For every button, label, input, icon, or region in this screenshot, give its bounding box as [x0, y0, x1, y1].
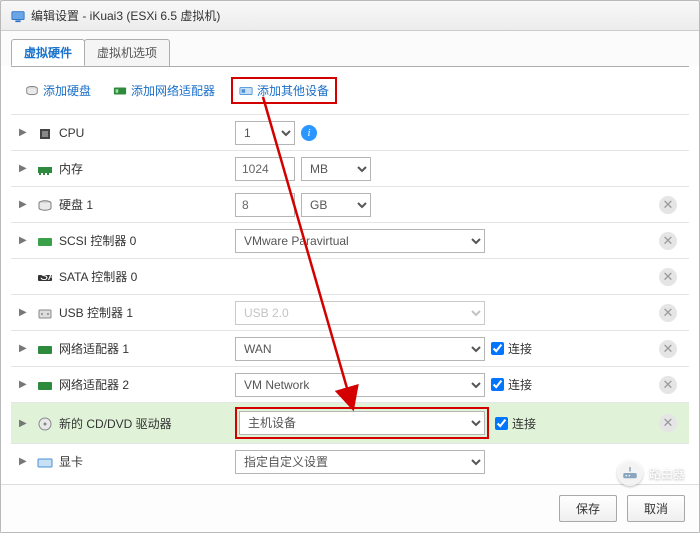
cdrom-source-select[interactable]: 主机设备: [239, 411, 485, 435]
info-icon[interactable]: i: [301, 125, 317, 141]
cpu-count-select[interactable]: 1: [235, 121, 295, 145]
remove-cdrom-button[interactable]: ✕: [659, 414, 677, 432]
remove-usb-button[interactable]: ✕: [659, 304, 677, 322]
nic1-connect-checkbox[interactable]: 连接: [491, 340, 532, 357]
vm-icon: [11, 9, 25, 23]
cdrom-icon: [37, 416, 53, 430]
cdrom-source-highlight: 主机设备: [235, 407, 489, 439]
row-usb1: ▶ USB 控制器 1 USB 2.0 ✕: [11, 294, 689, 330]
row-disk1: ▶ 硬盘 1 GB ✕: [11, 186, 689, 222]
scsi-icon: [37, 234, 53, 248]
expander-icon[interactable]: ▶: [19, 127, 29, 138]
row-scsi0: ▶ SCSI 控制器 0 VMware Paravirtual ✕: [11, 222, 689, 258]
row-label: 硬盘 1: [59, 196, 93, 213]
watermark: 路由器: [617, 460, 685, 486]
row-video: ▶ 显卡 指定自定义设置: [11, 443, 689, 479]
video-card-icon: [37, 455, 53, 469]
expander-icon[interactable]: ▶: [19, 163, 29, 174]
titlebar: 编辑设置 - iKuai3 (ESXi 6.5 虚拟机): [1, 1, 699, 31]
sata-icon: SATA: [37, 270, 53, 284]
row-label: 内存: [59, 160, 83, 177]
nic-icon: [113, 84, 127, 98]
remove-disk-button[interactable]: ✕: [659, 196, 677, 214]
row-nic1: ▶ 网络适配器 1 WAN 连接 ✕: [11, 330, 689, 366]
remove-nic1-button[interactable]: ✕: [659, 340, 677, 358]
save-button[interactable]: 保存: [559, 495, 617, 522]
row-label: 网络适配器 2: [59, 376, 129, 393]
row-label: 网络适配器 1: [59, 340, 129, 357]
row-label: USB 控制器 1: [59, 304, 133, 321]
row-memory: ▶ 内存 MB: [11, 150, 689, 186]
device-icon: [239, 84, 253, 98]
remove-sata-button[interactable]: ✕: [659, 268, 677, 286]
row-sata0: ▶ SATA SATA 控制器 0 ✕: [11, 258, 689, 294]
router-icon: [617, 460, 643, 486]
dialog-footer: 保存 取消: [1, 484, 699, 532]
content-panel: 添加硬盘 添加网络适配器 添加其他设备 ▶ CPU: [11, 66, 689, 484]
memory-value-input[interactable]: [235, 157, 295, 181]
memory-icon: [37, 162, 53, 176]
row-label: 显卡: [59, 453, 83, 470]
row-label: 新的 CD/DVD 驱动器: [59, 415, 172, 432]
row-label: CPU: [59, 126, 84, 140]
row-nic2: ▶ 网络适配器 2 VM Network 连接 ✕: [11, 366, 689, 402]
cancel-button[interactable]: 取消: [627, 495, 685, 522]
cdrom-connect-checkbox[interactable]: 连接: [495, 415, 536, 432]
tabs-area: 虚拟硬件 虚拟机选项: [1, 31, 699, 66]
nic2-network-select[interactable]: VM Network: [235, 373, 485, 397]
svg-text:SATA: SATA: [40, 270, 53, 283]
remove-scsi-button[interactable]: ✕: [659, 232, 677, 250]
disk-size-input[interactable]: [235, 193, 295, 217]
remove-nic2-button[interactable]: ✕: [659, 376, 677, 394]
nic2-connect-checkbox[interactable]: 连接: [491, 376, 532, 393]
nic-icon: [37, 378, 53, 392]
memory-unit-select[interactable]: MB: [301, 157, 371, 181]
disk-icon: [25, 84, 39, 98]
expander-icon[interactable]: ▶: [19, 379, 29, 390]
expander-icon[interactable]: ▶: [19, 307, 29, 318]
expander-icon[interactable]: ▶: [19, 199, 29, 210]
row-label: SCSI 控制器 0: [59, 232, 136, 249]
scsi-type-select[interactable]: VMware Paravirtual: [235, 229, 485, 253]
hardware-rows: ▶ CPU 1 i ▶ 内存: [11, 114, 689, 479]
disk-unit-select[interactable]: GB: [301, 193, 371, 217]
toolbar: 添加硬盘 添加网络适配器 添加其他设备: [11, 67, 689, 114]
row-cpu: ▶ CPU 1 i: [11, 114, 689, 150]
add-disk-label: 添加硬盘: [43, 82, 91, 99]
window-title: 编辑设置 - iKuai3 (ESXi 6.5 虚拟机): [31, 7, 220, 24]
nic-icon: [37, 342, 53, 356]
row-cdrom-new: ▶ 新的 CD/DVD 驱动器 主机设备 连接 ✕: [11, 402, 689, 443]
add-disk-button[interactable]: 添加硬盘: [19, 79, 97, 102]
disk-icon: [37, 198, 53, 212]
video-settings-select[interactable]: 指定自定义设置: [235, 450, 485, 474]
nic1-network-select[interactable]: WAN: [235, 337, 485, 361]
add-nic-button[interactable]: 添加网络适配器: [107, 79, 221, 102]
expander-icon[interactable]: ▶: [19, 343, 29, 354]
usb-icon: [37, 306, 53, 320]
usb-type-select[interactable]: USB 2.0: [235, 301, 485, 325]
cpu-icon: [37, 126, 53, 140]
expander-icon[interactable]: ▶: [19, 456, 29, 467]
expander-icon[interactable]: ▶: [19, 235, 29, 246]
add-other-label: 添加其他设备: [257, 82, 329, 99]
watermark-text: 路由器: [649, 465, 685, 482]
edit-settings-dialog: 编辑设置 - iKuai3 (ESXi 6.5 虚拟机) 虚拟硬件 虚拟机选项 …: [0, 0, 700, 533]
row-label: SATA 控制器 0: [59, 268, 137, 285]
tab-vm-options[interactable]: 虚拟机选项: [84, 39, 170, 66]
expander-icon[interactable]: ▶: [19, 418, 29, 429]
tab-virtual-hardware[interactable]: 虚拟硬件: [11, 39, 85, 66]
add-nic-label: 添加网络适配器: [131, 82, 215, 99]
add-other-device-button[interactable]: 添加其他设备: [231, 77, 337, 104]
